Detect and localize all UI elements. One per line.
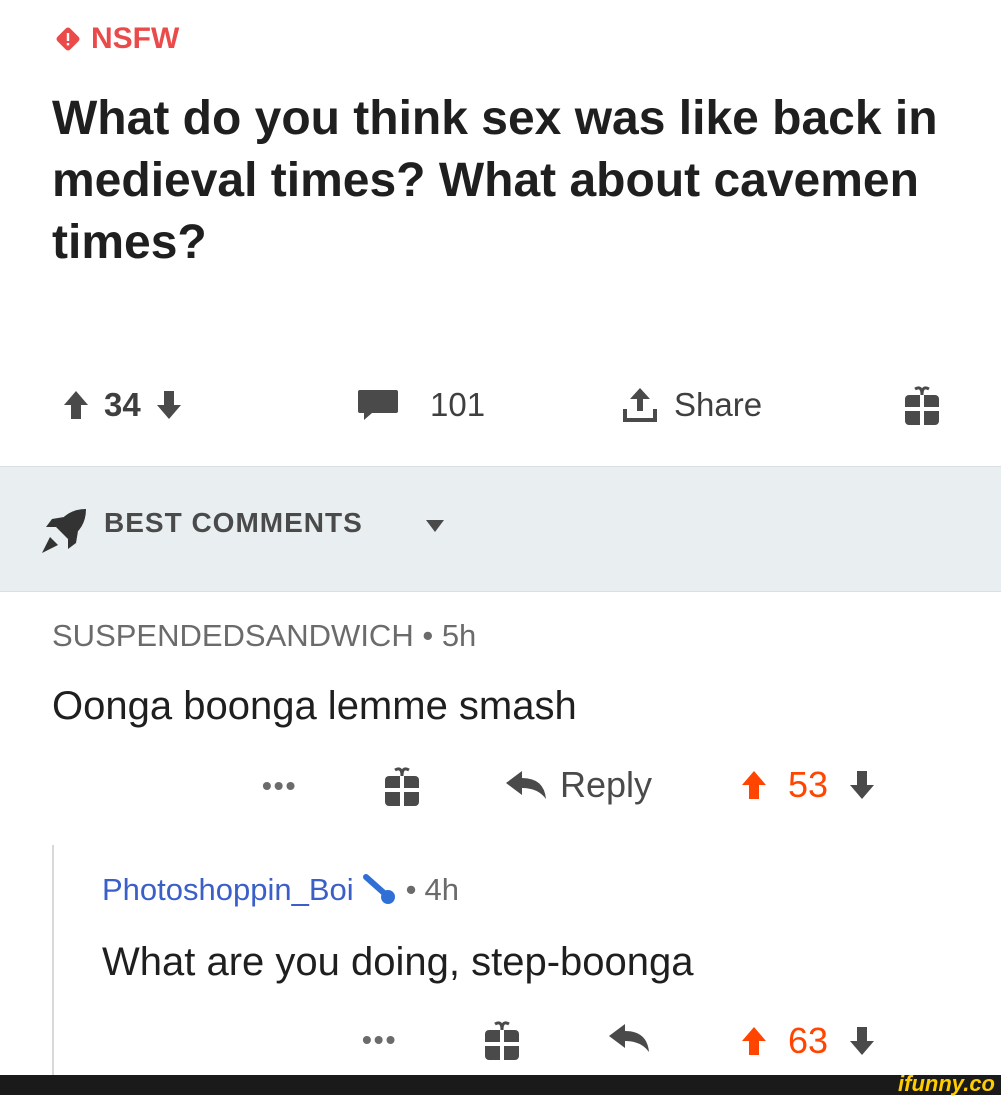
share-label: Share [674,386,763,423]
share-icon [623,388,657,422]
gift-icon [485,1021,519,1060]
comment-bubble-icon [358,390,398,420]
post-award-button[interactable] [903,372,941,438]
chevron-down-icon [426,520,444,532]
photoshop-brush-icon [362,874,395,904]
upvote-active-icon[interactable] [740,769,768,801]
reply-arrow-icon [609,1024,649,1052]
comment-1-more-button[interactable]: ••• [262,770,297,802]
comment-1-age: 5h [441,618,477,653]
comment-2-reply-button[interactable] [607,1022,653,1054]
comment-2-age: 4h [424,872,459,907]
comment-2-meta: Photoshoppin_Boi • 4h [102,872,459,908]
comment-2-more-button[interactable]: ••• [362,1024,397,1056]
comment-1-meta: SUSPENDEDSANDWICH • 5h [52,618,477,653]
nsfw-diamond-icon [56,27,80,51]
sort-label: BEST COMMENTS [104,507,363,538]
more-dots-icon: ••• [362,1024,398,1055]
footer-strip [0,1075,1001,1095]
post-share-button[interactable]: Share [620,372,762,438]
post-comments-button[interactable]: 101 [356,372,485,438]
upvote-active-icon[interactable] [740,1025,768,1057]
thread-indent-line [52,845,54,1075]
rocket-icon [42,509,86,553]
reply-arrow-icon [506,771,546,799]
comment-1-vote-group: 53 [740,764,876,806]
nsfw-flair: NSFW [55,22,179,56]
comment-2-vote-group: 63 [740,1020,876,1062]
post-title: What do you think sex was like back in m… [52,92,938,269]
downvote-icon[interactable] [155,389,183,421]
nsfw-label: NSFW [91,22,180,55]
comment-1-score: 53 [788,764,829,805]
reply-label: Reply [560,764,653,805]
downvote-icon[interactable] [848,769,876,801]
post-action-bar: 34 101 Share [0,372,1001,438]
more-dots-icon: ••• [262,770,298,801]
comment-1-reply-button[interactable]: Reply [504,764,652,806]
gift-icon [905,386,939,425]
downvote-icon[interactable] [848,1025,876,1057]
comment-1-award-button[interactable] [383,764,421,808]
comment-2-author[interactable]: Photoshoppin_Boi [102,872,354,908]
comment-2-score: 63 [788,1020,829,1061]
upvote-icon[interactable] [62,389,90,421]
comment-1-text: Oonga boonga lemme smash [52,684,577,728]
comment-2-text: What are you doing, step-boonga [102,940,694,984]
comment-sort-bar[interactable]: BEST COMMENTS [0,466,1001,592]
gift-icon [385,767,419,806]
watermark: ifunny.co [898,1071,995,1096]
post-comment-count: 101 [430,386,486,423]
post-vote-group: 34 [62,372,183,438]
comment-1-author[interactable]: SUSPENDEDSANDWICH [52,618,414,653]
post-score: 34 [104,386,141,423]
comment-2-award-button[interactable] [483,1018,521,1062]
